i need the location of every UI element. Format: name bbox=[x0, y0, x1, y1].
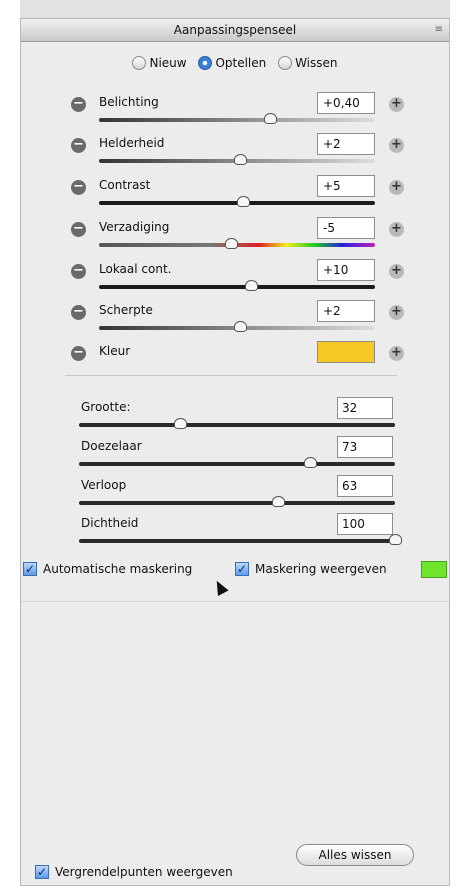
slider-thumb[interactable] bbox=[264, 113, 278, 124]
panel-titlebar: Aanpassingspenseel ≡ bbox=[21, 19, 449, 42]
adjustment-label: Verzadiging bbox=[99, 220, 170, 234]
brush-slider-track[interactable] bbox=[79, 496, 395, 507]
radio-label: Wissen bbox=[295, 55, 338, 70]
adjustment-label: Lokaal cont. bbox=[99, 262, 172, 276]
brush-label: Dichtheid bbox=[81, 516, 139, 530]
section-divider bbox=[21, 601, 449, 602]
adjustment-row-helderheid: − Helderheid +2 + bbox=[21, 132, 449, 172]
mode-radio-optellen[interactable]: Optellen bbox=[198, 55, 266, 70]
brush-row-doezelaar: Doezelaar 73 bbox=[21, 435, 449, 473]
brush-row-dichtheid: Dichtheid 100 bbox=[21, 512, 449, 550]
brush-value-field[interactable]: 100 bbox=[337, 513, 393, 535]
adjustment-slider-track[interactable] bbox=[99, 321, 375, 332]
minus-icon[interactable]: − bbox=[71, 305, 86, 320]
mode-radio-group: Nieuw Optellen Wissen bbox=[21, 55, 449, 70]
plus-icon[interactable]: + bbox=[389, 305, 404, 320]
auto-mask-label: Automatische maskering bbox=[43, 562, 193, 576]
show-mask-checkbox[interactable]: ✓ bbox=[235, 562, 249, 576]
brush-slider-track[interactable] bbox=[79, 418, 395, 429]
panel-menu-icon[interactable]: ≡ bbox=[435, 19, 443, 41]
show-mask-label: Maskering weergeven bbox=[255, 562, 387, 576]
radio-button-selected-icon bbox=[198, 55, 213, 70]
show-pins-checkbox[interactable]: ✓ bbox=[35, 865, 49, 879]
slider-thumb[interactable] bbox=[244, 280, 258, 291]
slider-thumb[interactable] bbox=[174, 418, 188, 429]
show-pins-label: Vergrendelpunten weergeven bbox=[55, 865, 233, 879]
adjustment-value-field[interactable]: +0,40 bbox=[317, 92, 375, 114]
panel-title: Aanpassingspenseel bbox=[173, 23, 297, 37]
radio-label: Nieuw bbox=[149, 55, 187, 70]
adjustment-row-scherpte: − Scherpte +2 + bbox=[21, 299, 449, 339]
adjustment-value-field[interactable]: +2 bbox=[317, 300, 375, 322]
minus-icon[interactable]: − bbox=[71, 97, 86, 112]
brush-slider-track[interactable] bbox=[79, 534, 402, 545]
plus-icon[interactable]: + bbox=[389, 180, 404, 195]
color-swatch[interactable] bbox=[317, 341, 375, 363]
adjustment-label: Contrast bbox=[99, 178, 151, 192]
slider-thumb[interactable] bbox=[389, 534, 402, 545]
adjustment-slider-track[interactable] bbox=[99, 280, 375, 291]
slider-thumb[interactable] bbox=[233, 321, 247, 332]
auto-mask-checkbox[interactable]: ✓ bbox=[23, 562, 37, 576]
plus-icon[interactable]: + bbox=[389, 222, 404, 237]
adjustment-brush-panel: Aanpassingspenseel ≡ Nieuw Optellen Wiss… bbox=[20, 18, 450, 886]
minus-icon[interactable]: − bbox=[71, 222, 86, 237]
adjustment-slider-track[interactable] bbox=[99, 154, 375, 165]
mask-options-row: ✓ Automatische maskering ✓ Maskering wee… bbox=[21, 561, 449, 581]
brush-label: Grootte: bbox=[81, 400, 131, 414]
brush-row-verloop: Verloop 63 bbox=[21, 474, 449, 512]
plus-icon[interactable]: + bbox=[389, 138, 404, 153]
adjustment-slider-track[interactable] bbox=[99, 196, 375, 207]
radio-label: Optellen bbox=[215, 55, 267, 70]
adjustment-value-field[interactable]: +5 bbox=[317, 175, 375, 197]
slider-thumb[interactable] bbox=[225, 238, 239, 249]
brush-value-field[interactable]: 63 bbox=[337, 475, 393, 497]
brush-row-grootte: Grootte: 32 bbox=[21, 396, 449, 434]
slider-thumb[interactable] bbox=[303, 457, 317, 468]
brush-label: Verloop bbox=[81, 478, 127, 492]
plus-icon[interactable]: + bbox=[389, 346, 404, 361]
radio-button-icon bbox=[132, 55, 147, 70]
radio-button-icon bbox=[278, 55, 293, 70]
brush-value-field[interactable]: 73 bbox=[337, 436, 393, 458]
mode-radio-nieuw[interactable]: Nieuw bbox=[132, 55, 187, 70]
adjustment-row-kleur: − Kleur + bbox=[21, 340, 449, 380]
adjustment-value-field[interactable]: -5 bbox=[317, 217, 375, 239]
slider-thumb[interactable] bbox=[236, 196, 250, 207]
plus-icon[interactable]: + bbox=[389, 264, 404, 279]
brush-value-field[interactable]: 32 bbox=[337, 397, 393, 419]
panel-top-strip bbox=[20, 0, 450, 18]
slider-thumb[interactable] bbox=[233, 154, 247, 165]
adjustment-label: Belichting bbox=[99, 95, 159, 109]
adjustment-row-contrast: − Contrast +5 + bbox=[21, 174, 449, 214]
brush-slider-track[interactable] bbox=[79, 457, 395, 468]
adjustment-label: Kleur bbox=[99, 344, 131, 358]
pins-option-row: ✓ Vergrendelpunten weergeven bbox=[21, 864, 449, 884]
adjustment-row-belichting: − Belichting +0,40 + bbox=[21, 91, 449, 131]
minus-icon[interactable]: − bbox=[71, 180, 86, 195]
minus-icon[interactable]: − bbox=[71, 264, 86, 279]
slider-thumb[interactable] bbox=[272, 496, 286, 507]
adjustment-value-field[interactable]: +2 bbox=[317, 133, 375, 155]
section-divider bbox=[65, 375, 397, 376]
adjustment-label: Helderheid bbox=[99, 136, 165, 150]
minus-icon[interactable]: − bbox=[71, 346, 86, 361]
minus-icon[interactable]: − bbox=[71, 138, 86, 153]
mask-color-swatch[interactable] bbox=[421, 561, 447, 578]
adjustment-label: Scherpte bbox=[99, 303, 153, 317]
adjustment-slider-track[interactable] bbox=[99, 238, 375, 249]
adjustment-row-verzadiging: − Verzadiging -5 + bbox=[21, 216, 449, 256]
adjustment-slider-track[interactable] bbox=[99, 113, 375, 124]
adjustment-row-lokaal-contrast: − Lokaal cont. +10 + bbox=[21, 258, 449, 298]
mode-radio-wissen[interactable]: Wissen bbox=[278, 55, 338, 70]
brush-label: Doezelaar bbox=[81, 439, 142, 453]
clear-all-button[interactable]: Alles wissen bbox=[296, 844, 414, 866]
adjustment-value-field[interactable]: +10 bbox=[317, 259, 375, 281]
plus-icon[interactable]: + bbox=[389, 97, 404, 112]
